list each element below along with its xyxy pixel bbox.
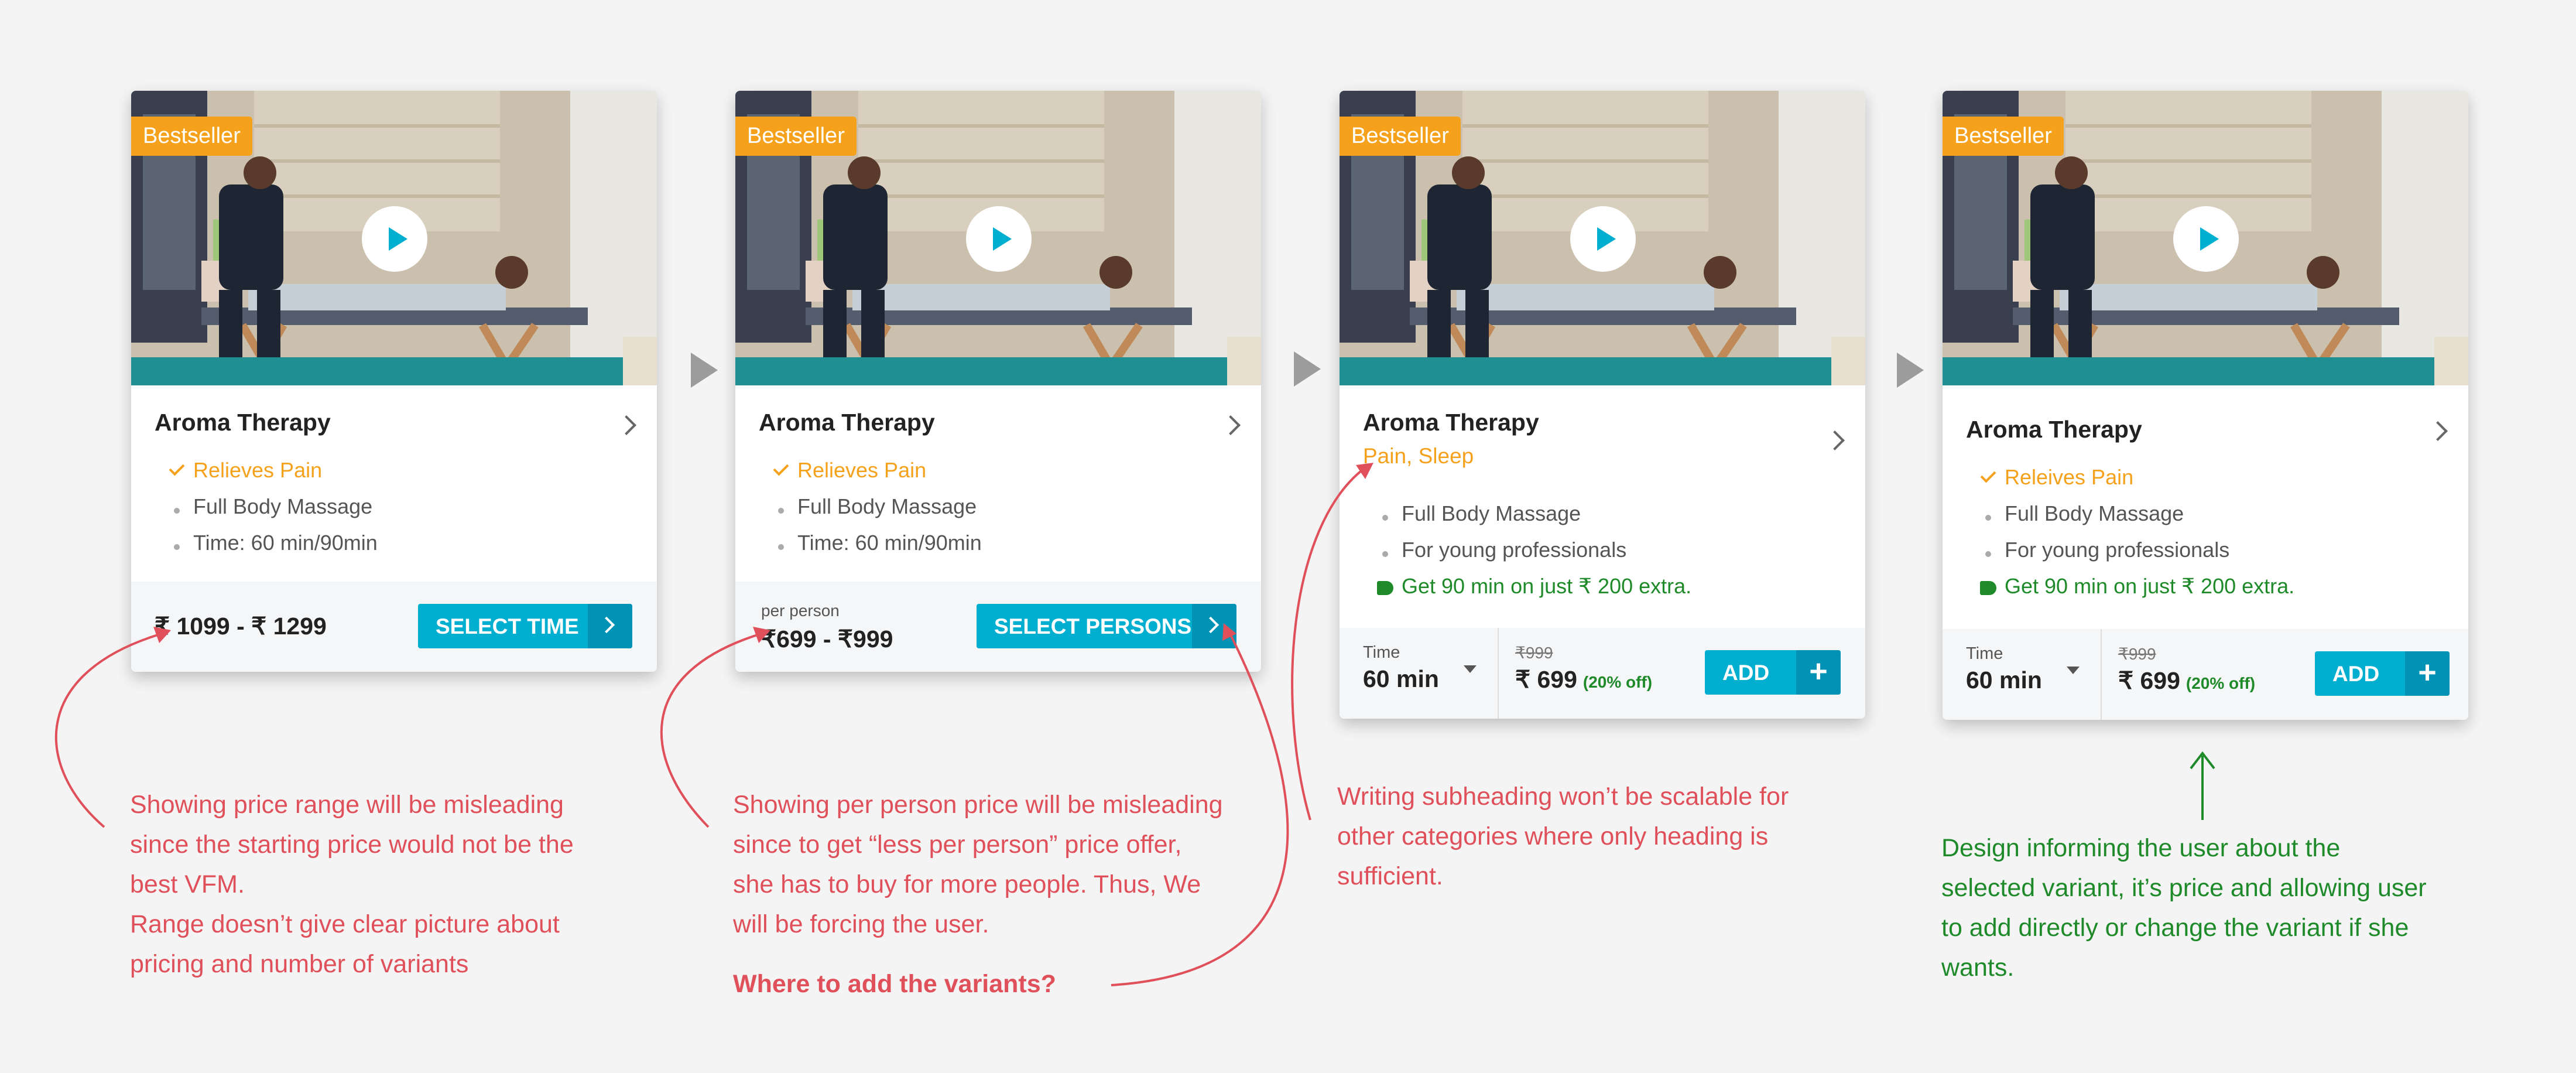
annotation-per-person: Showing per person price will be mislead… (733, 791, 1223, 938)
annotation-subheading: Writing subheading won’t be scalable for… (1337, 782, 1789, 890)
arrow-subheading (1291, 467, 1365, 821)
annotation-proposed-design: Design informing the user about the sele… (1941, 834, 2427, 982)
annotation-price-range: Showing price range will be misleading s… (130, 791, 574, 978)
annotation-variants-question: Where to add the variants? (733, 970, 1056, 998)
